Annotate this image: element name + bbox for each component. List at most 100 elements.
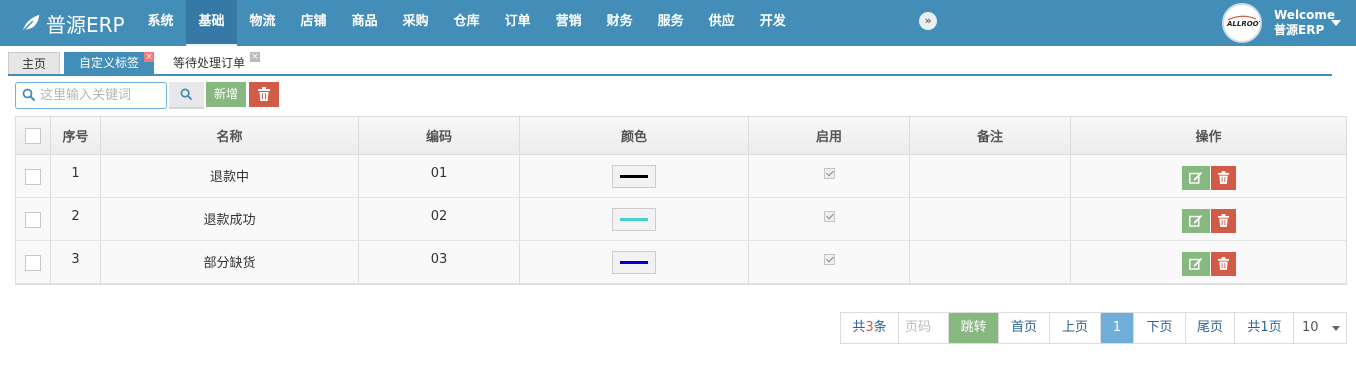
tab-pending-orders[interactable]: 等待处理订单 (158, 52, 260, 74)
main-menu: 系统 基础 物流 店铺 商品 采购 仓库 订单 营销 财务 服务 供应 开发 (135, 0, 798, 46)
user-info[interactable]: Welcome 普源ERP (1274, 8, 1335, 38)
column-header-index: 序号 (51, 117, 101, 154)
prev-page-button[interactable]: 上页 (1050, 313, 1101, 343)
total-count: 共3条 (841, 313, 899, 343)
svg-text:ALLROOT: ALLROOT (1226, 20, 1260, 28)
nav-item[interactable]: 系统 (135, 0, 186, 46)
caret-down-icon[interactable] (1331, 20, 1341, 26)
current-page[interactable]: 1 (1101, 313, 1134, 343)
row-name: 退款中 (101, 155, 359, 197)
add-button[interactable]: 新增 (206, 82, 246, 107)
page-number-input[interactable]: 页码 (899, 313, 949, 343)
table-row[interactable]: 1 退款中 01 (16, 155, 1346, 198)
nav-item[interactable]: 商品 (339, 0, 390, 46)
search-icon (22, 88, 36, 102)
brand[interactable]: 普源ERP (20, 10, 125, 37)
column-header-name: 名称 (101, 117, 359, 154)
caret-down-icon (1332, 326, 1340, 331)
enabled-checkbox (823, 211, 835, 222)
delete-row-button[interactable] (1210, 209, 1236, 233)
nav-item[interactable]: 供应 (696, 0, 747, 46)
column-header-code: 编码 (359, 117, 520, 154)
table-row[interactable]: 2 退款成功 02 (16, 198, 1346, 241)
search-input[interactable] (40, 85, 164, 106)
row-note (910, 155, 1071, 197)
row-checkbox[interactable] (25, 212, 41, 228)
row-checkbox[interactable] (25, 169, 41, 185)
table-header: 序号 名称 编码 颜色 启用 备注 操作 (16, 117, 1346, 155)
table-row[interactable]: 3 部分缺货 03 (16, 241, 1346, 284)
leaf-icon (22, 14, 40, 32)
edit-icon (1188, 258, 1202, 270)
color-swatch[interactable] (612, 251, 656, 274)
trash-icon (1217, 171, 1229, 184)
select-all-checkbox[interactable] (25, 127, 41, 144)
welcome-text: Welcome (1274, 8, 1336, 22)
user-name: 普源ERP (1274, 23, 1325, 37)
nav-item[interactable]: 仓库 (441, 0, 492, 46)
search-box (15, 82, 167, 109)
edit-button[interactable] (1181, 209, 1210, 233)
trash-icon (258, 87, 270, 101)
nav-item[interactable]: 服务 (645, 0, 696, 46)
delete-row-button[interactable] (1210, 166, 1236, 190)
delete-row-button[interactable] (1210, 252, 1236, 276)
next-page-button[interactable]: 下页 (1134, 313, 1186, 343)
nav-item[interactable]: 基础 (186, 0, 238, 46)
page-size-value: 10 (1302, 320, 1319, 335)
row-index: 2 (51, 198, 101, 240)
nav-item[interactable]: 订单 (492, 0, 543, 46)
jump-button[interactable]: 跳转 (949, 313, 999, 343)
search-button[interactable] (169, 82, 204, 109)
edit-button[interactable] (1181, 166, 1210, 190)
tags-table: 序号 名称 编码 颜色 启用 备注 操作 1 退款中 01 2 退款成功 02 3 部分缺货 0… (15, 116, 1347, 285)
tab-underline (8, 74, 1332, 76)
edit-button[interactable] (1181, 252, 1210, 276)
avatar[interactable]: ALLROOT (1222, 3, 1262, 43)
color-swatch[interactable] (612, 208, 656, 231)
edit-icon (1188, 215, 1202, 227)
color-line (620, 175, 648, 178)
search-icon (180, 88, 193, 101)
close-icon[interactable]: × (144, 52, 154, 62)
brand-name: 普源ERP (46, 12, 125, 37)
column-header-note: 备注 (910, 117, 1071, 154)
enabled-checkbox (823, 254, 835, 265)
collapse-menu-button[interactable]: » (919, 12, 937, 30)
allroot-logo: ALLROOT (1224, 5, 1260, 41)
edit-icon (1188, 172, 1202, 184)
row-name: 退款成功 (101, 198, 359, 240)
enabled-checkbox (823, 168, 835, 179)
close-icon[interactable]: × (250, 52, 260, 62)
row-name: 部分缺货 (101, 241, 359, 283)
total-pages: 共1页 (1235, 313, 1294, 343)
column-header-enabled: 启用 (749, 117, 910, 154)
first-page-button[interactable]: 首页 (999, 313, 1050, 343)
tab-custom-tags[interactable]: 自定义标签 (64, 52, 154, 74)
nav-item[interactable]: 开发 (747, 0, 798, 46)
trash-icon (1217, 257, 1229, 270)
nav-item[interactable]: 店铺 (288, 0, 339, 46)
row-index: 1 (51, 155, 101, 197)
nav-item[interactable]: 采购 (390, 0, 441, 46)
row-code: 02 (359, 198, 520, 240)
nav-item[interactable]: 营销 (543, 0, 594, 46)
color-line (620, 261, 648, 264)
nav-item[interactable]: 财务 (594, 0, 645, 46)
page-size-select[interactable]: 10 (1293, 312, 1347, 344)
trash-icon (1217, 214, 1229, 227)
row-code: 01 (359, 155, 520, 197)
tab-home[interactable]: 主页 (8, 52, 60, 74)
row-checkbox[interactable] (25, 255, 41, 271)
last-page-button[interactable]: 尾页 (1186, 313, 1235, 343)
row-note (910, 198, 1071, 240)
column-header-actions: 操作 (1195, 130, 1222, 145)
row-note (910, 241, 1071, 283)
nav-item[interactable]: 物流 (237, 0, 288, 46)
row-code: 03 (359, 241, 520, 283)
pagination: 共3条 页码 跳转 首页 上页 1 下页 尾页 共1页 (840, 312, 1295, 344)
delete-button[interactable] (249, 82, 279, 107)
column-header-color: 颜色 (520, 117, 749, 154)
row-index: 3 (51, 241, 101, 283)
color-swatch[interactable] (612, 165, 656, 188)
